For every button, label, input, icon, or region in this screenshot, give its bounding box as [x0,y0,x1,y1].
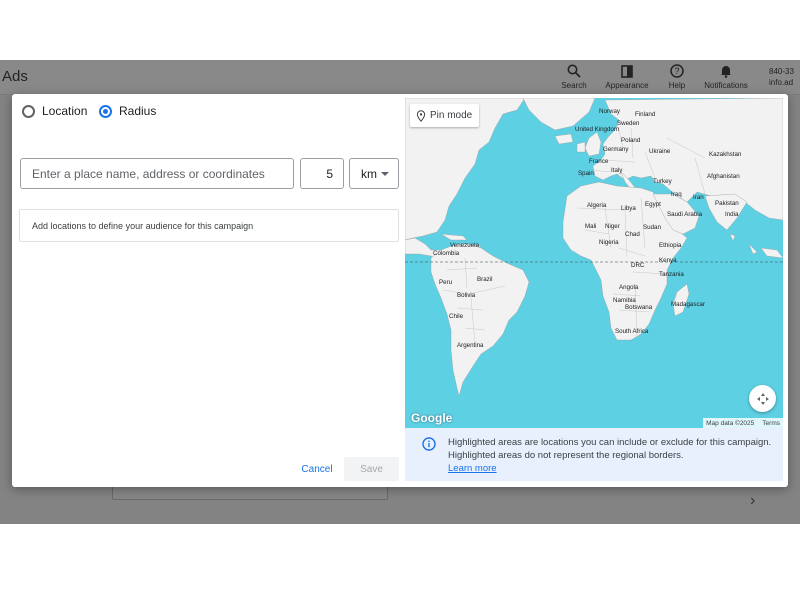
locations-hint: Add locations to define your audience fo… [19,209,399,242]
map-terms-link[interactable]: Terms [762,420,780,427]
map-label-libya: Libya [621,205,636,212]
map-label-angola: Angola [619,284,639,291]
map-label-ethiopia: Ethiopia [659,242,682,249]
map-attribution: Map data ©2025 Terms [703,418,783,428]
map-data-text: Map data ©2025 [706,419,755,427]
radio-location[interactable]: Location [22,104,87,118]
map-label-brazil: Brazil [477,276,492,283]
map-info-text: Highlighted areas are locations you can … [448,437,772,461]
map-label-bolivia: Bolivia [457,292,476,299]
map-label-united-kingdom: United Kingdom [575,126,619,133]
pin-mode-label: Pin mode [430,110,473,121]
map-label-pakistan: Pakistan [715,200,739,207]
radius-value-input[interactable] [300,158,344,189]
map-label-mali: Mali [585,223,596,230]
radius-unit-select[interactable]: km [349,158,399,189]
radio-radius[interactable]: Radius [99,104,156,118]
map-label-turkey: Turkey [653,178,673,185]
map-label-algeria: Algeria [587,202,607,209]
map-view[interactable]: Norway Sweden Finland United Kingdom Poland G… [405,98,783,428]
move-icon [756,392,769,405]
save-button[interactable]: Save [344,457,399,481]
map-label-kazakhstan: Kazakhstan [709,151,742,158]
location-dialog: Location Radius km Add locations to defi… [12,94,788,487]
map-label-south-africa: South Africa [615,328,649,335]
map-label-chad: Chad [625,231,640,238]
pin-mode-button[interactable]: Pin mode [410,104,480,127]
radio-radius-label: Radius [119,104,157,118]
caret-down-icon [381,172,389,176]
map-label-ukraine: Ukraine [649,148,671,155]
radius-unit-value: km [361,166,377,181]
place-search-input[interactable] [20,158,294,189]
map-label-iraq: Iraq [671,191,682,198]
map-label-sudan: Sudan [643,224,661,231]
recenter-map-button[interactable] [749,385,776,412]
map-label-namibia: Namibia [613,297,636,304]
radio-radius-circle[interactable] [99,104,112,118]
map-label-nigeria: Nigeria [599,239,619,246]
map-label-italy: Italy [611,167,623,174]
map-label-saudi-arabia: Saudi Arabia [667,211,703,218]
map-label-botswana: Botswana [625,304,653,311]
map-label-sweden: Sweden [617,120,640,127]
map-info-panel: Highlighted areas are locations you can … [405,428,783,481]
map-label-india: India [725,211,739,218]
map-label-germany: Germany [603,146,629,153]
map-label-afghanistan: Afghanistan [707,173,740,180]
map-label-spain: Spain [578,170,594,177]
map-label-drc: DRC [631,262,645,269]
radio-location-label: Location [42,104,88,118]
map-label-iran: Iran [693,194,704,201]
map-label-madagascar: Madagascar [671,301,705,308]
map-label-egypt: Egypt [645,201,661,208]
world-map[interactable]: Norway Sweden Finland United KingdomPoland G… [405,98,783,428]
map-label-tanzania: Tanzania [659,271,684,278]
locations-hint-text: Add locations to define your audience fo… [32,220,254,231]
map-label-norway: Norway [599,108,621,115]
map-label-finland: Finland [635,111,656,118]
cancel-button[interactable]: Cancel [294,457,340,481]
map-label-argentina: Argentina [457,342,484,349]
map-label-venezuela: Venezuela [450,242,479,249]
map-label-poland: Poland [621,137,641,144]
google-logo: Google [411,411,453,425]
map-label-chile: Chile [449,313,464,320]
radio-location-circle[interactable] [22,104,35,118]
learn-more-link[interactable]: Learn more [448,463,497,474]
map-label-colombia: Colombia [433,250,460,257]
map-label-france: France [589,158,609,165]
map-label-kenya: Kenya [659,257,677,264]
info-icon [422,437,436,451]
pin-icon [416,109,426,122]
map-label-niger: Niger [605,223,620,230]
map-label-peru: Peru [439,279,453,286]
